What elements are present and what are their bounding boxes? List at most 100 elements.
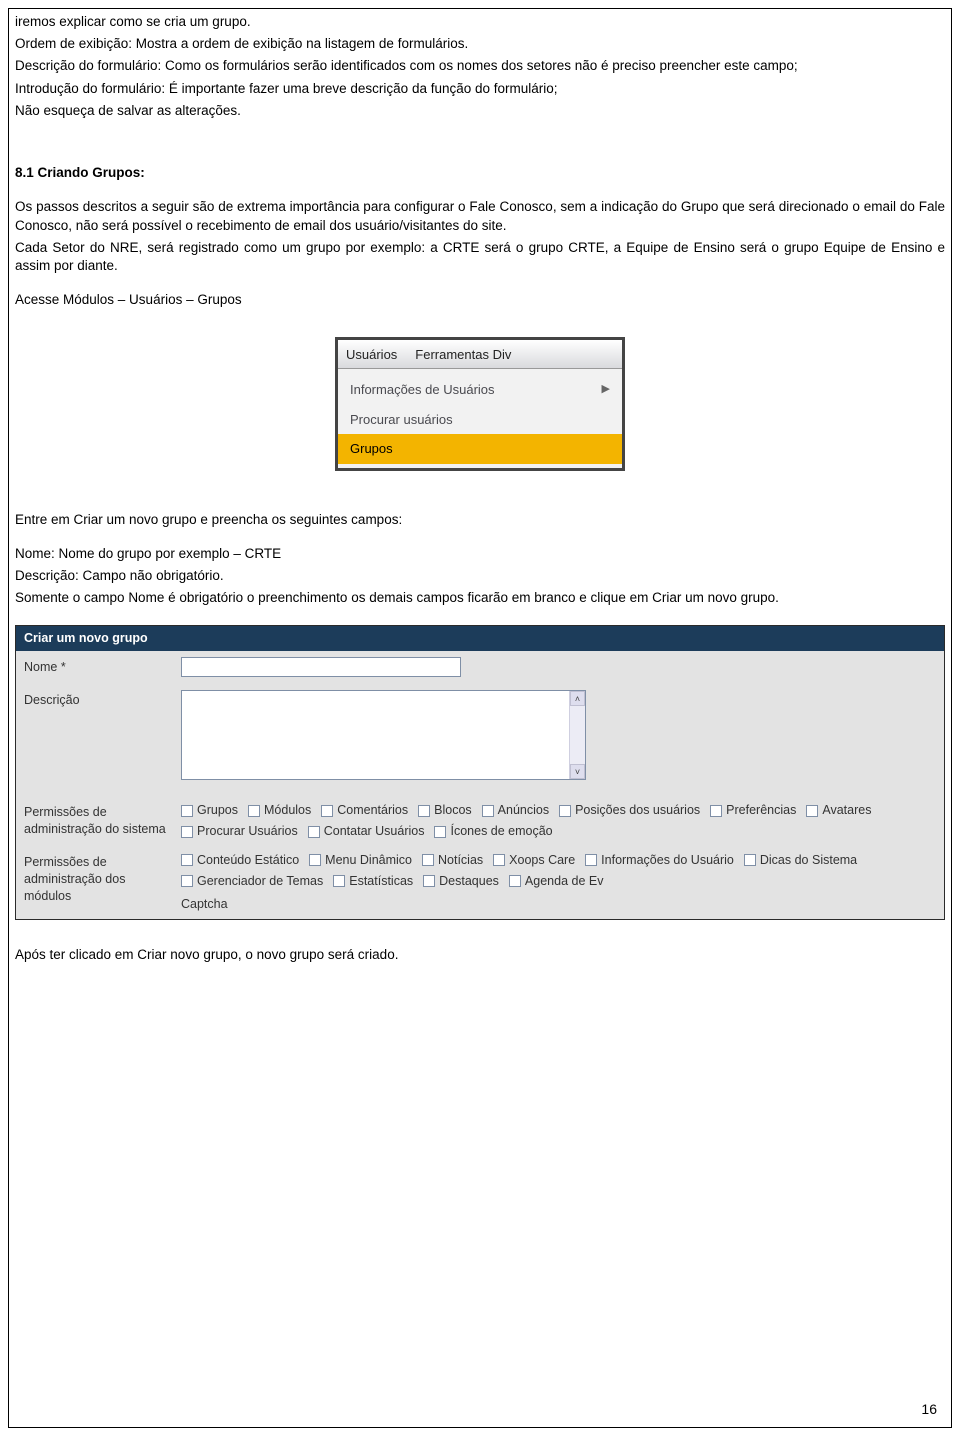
scroll-down-icon[interactable]: ˅ — [570, 764, 585, 779]
section-p1: Os passos descritos a seguir são de extr… — [15, 198, 945, 234]
checkbox-item[interactable]: Gerenciador de Temas — [181, 873, 323, 890]
checkbox-label: Estatísticas — [349, 873, 413, 890]
tab-ferramentas[interactable]: Ferramentas Div — [413, 344, 513, 368]
checkbox-icon[interactable] — [710, 805, 722, 817]
checkbox-icon[interactable] — [309, 854, 321, 866]
checkbox-item[interactable]: Notícias — [422, 852, 483, 869]
checkbox-item[interactable]: Ícones de emoção — [434, 823, 552, 840]
form-title: Criar um novo grupo — [16, 626, 944, 651]
checkbox-icon[interactable] — [181, 875, 193, 887]
checkbox-label: Ícones de emoção — [450, 823, 552, 840]
checkbox-grid-perm-sys: Grupos Módulos Comentários Blocos Anúncios Po… — [181, 802, 936, 840]
checkbox-icon[interactable] — [509, 875, 521, 887]
checkbox-item[interactable]: Blocos — [418, 802, 472, 819]
input-nome[interactable] — [181, 657, 461, 677]
checkbox-label: Agenda de Ev — [525, 873, 604, 890]
checkbox-label: Procurar Usuários — [197, 823, 298, 840]
intro-line-5: Não esqueça de salvar as alterações. — [15, 102, 945, 120]
label-perm-mod: Permissões de administração dos módulos — [16, 846, 181, 913]
checkbox-label: Preferências — [726, 802, 796, 819]
label-nome: Nome * — [16, 651, 181, 684]
page-number: 16 — [921, 1400, 937, 1419]
checkbox-icon[interactable] — [493, 854, 505, 866]
checkbox-label: Informações do Usuário — [601, 852, 734, 869]
checkbox-label: Blocos — [434, 802, 472, 819]
checkbox-icon[interactable] — [333, 875, 345, 887]
checkbox-icon[interactable] — [585, 854, 597, 866]
checkbox-icon[interactable] — [559, 805, 571, 817]
checkbox-label: Menu Dinâmico — [325, 852, 412, 869]
checkbox-item[interactable]: Agenda de Ev — [509, 873, 604, 890]
section-p2: Cada Setor do NRE, será registrado como … — [15, 239, 945, 275]
checkbox-item[interactable]: Procurar Usuários — [181, 823, 298, 840]
checkbox-label: Avatares — [822, 802, 871, 819]
checkbox-icon[interactable] — [423, 875, 435, 887]
checkbox-icon[interactable] — [181, 826, 193, 838]
checkbox-grid-perm-mod: Conteúdo Estático Menu Dinâmico Notícias Xo… — [181, 852, 936, 890]
mid-p3: Descrição: Campo não obrigatório. — [15, 567, 945, 585]
mid-p4: Somente o campo Nome é obrigatório o pre… — [15, 589, 945, 607]
checkbox-icon[interactable] — [308, 826, 320, 838]
checkbox-item[interactable]: Módulos — [248, 802, 311, 819]
checkbox-item[interactable]: Contatar Usuários — [308, 823, 425, 840]
scroll-up-icon[interactable]: ˄ — [570, 691, 585, 706]
submenu-item-procurar[interactable]: Procurar usuários — [338, 405, 622, 435]
submenu-label: Grupos — [350, 440, 393, 458]
checkbox-icon[interactable] — [181, 805, 193, 817]
form-row-perm-mod: Permissões de administração dos módulos … — [16, 846, 944, 919]
intro-line-2: Ordem de exibição: Mostra a ordem de exi… — [15, 35, 945, 53]
submenu-item-info-usuarios[interactable]: Informações de Usuários ▶ — [338, 375, 622, 405]
checkbox-icon[interactable] — [434, 826, 446, 838]
checkbox-item[interactable]: Avatares — [806, 802, 871, 819]
label-perm-sys: Permissões de administração do sistema — [16, 796, 181, 846]
submenu: Informações de Usuários ▶ Procurar usuár… — [338, 369, 622, 468]
checkbox-icon[interactable] — [806, 805, 818, 817]
checkbox-icon[interactable] — [422, 854, 434, 866]
checkbox-icon[interactable] — [248, 805, 260, 817]
scrollbar[interactable]: ˄ ˅ — [569, 691, 585, 779]
checkbox-item[interactable]: Comentários — [321, 802, 408, 819]
checkbox-icon[interactable] — [181, 854, 193, 866]
submenu-label: Procurar usuários — [350, 411, 453, 429]
mid-p2: Nome: Nome do grupo por exemplo – CRTE — [15, 545, 945, 563]
checkbox-item[interactable]: Dicas do Sistema — [744, 852, 857, 869]
menu-tabs: Usuários Ferramentas Div — [338, 340, 622, 369]
checkbox-label: Grupos — [197, 802, 238, 819]
checkbox-icon[interactable] — [418, 805, 430, 817]
checkbox-item[interactable]: Xoops Care — [493, 852, 575, 869]
captcha-label: Captcha — [181, 896, 936, 913]
form-screenshot: Criar um novo grupo Nome * Descrição ˄ ˅ — [15, 625, 945, 919]
submenu-item-grupos[interactable]: Grupos — [338, 434, 622, 464]
page-frame: iremos explicar como se cria um grupo. O… — [8, 8, 952, 1428]
checkbox-label: Gerenciador de Temas — [197, 873, 323, 890]
intro-line-4: Introdução do formulário: É importante f… — [15, 80, 945, 98]
checkbox-item[interactable]: Grupos — [181, 802, 238, 819]
checkbox-label: Xoops Care — [509, 852, 575, 869]
checkbox-label: Dicas do Sistema — [760, 852, 857, 869]
checkbox-item[interactable]: Estatísticas — [333, 873, 413, 890]
checkbox-label: Anúncios — [498, 802, 549, 819]
intro-line-1: iremos explicar como se cria um grupo. — [15, 13, 945, 31]
checkbox-item[interactable]: Menu Dinâmico — [309, 852, 412, 869]
intro-line-3: Descrição do formulário: Como os formulá… — [15, 57, 945, 75]
checkbox-item[interactable]: Destaques — [423, 873, 499, 890]
checkbox-item[interactable]: Posições dos usuários — [559, 802, 700, 819]
textarea-descricao[interactable]: ˄ ˅ — [181, 690, 586, 780]
checkbox-item[interactable]: Anúncios — [482, 802, 549, 819]
tab-usuarios[interactable]: Usuários — [344, 344, 399, 368]
checkbox-icon[interactable] — [744, 854, 756, 866]
chevron-right-icon: ▶ — [602, 382, 610, 397]
checkbox-label: Posições dos usuários — [575, 802, 700, 819]
form-row-perm-sys: Permissões de administração do sistema G… — [16, 796, 944, 846]
checkbox-label: Notícias — [438, 852, 483, 869]
menu-screenshot: Usuários Ferramentas Div Informações de … — [15, 337, 945, 470]
section-p3: Acesse Módulos – Usuários – Grupos — [15, 291, 945, 309]
checkbox-item[interactable]: Informações do Usuário — [585, 852, 734, 869]
checkbox-icon[interactable] — [482, 805, 494, 817]
checkbox-icon[interactable] — [321, 805, 333, 817]
checkbox-item[interactable]: Preferências — [710, 802, 796, 819]
checkbox-label: Destaques — [439, 873, 499, 890]
checkbox-item[interactable]: Conteúdo Estático — [181, 852, 299, 869]
checkbox-label: Comentários — [337, 802, 408, 819]
submenu-label: Informações de Usuários — [350, 381, 495, 399]
